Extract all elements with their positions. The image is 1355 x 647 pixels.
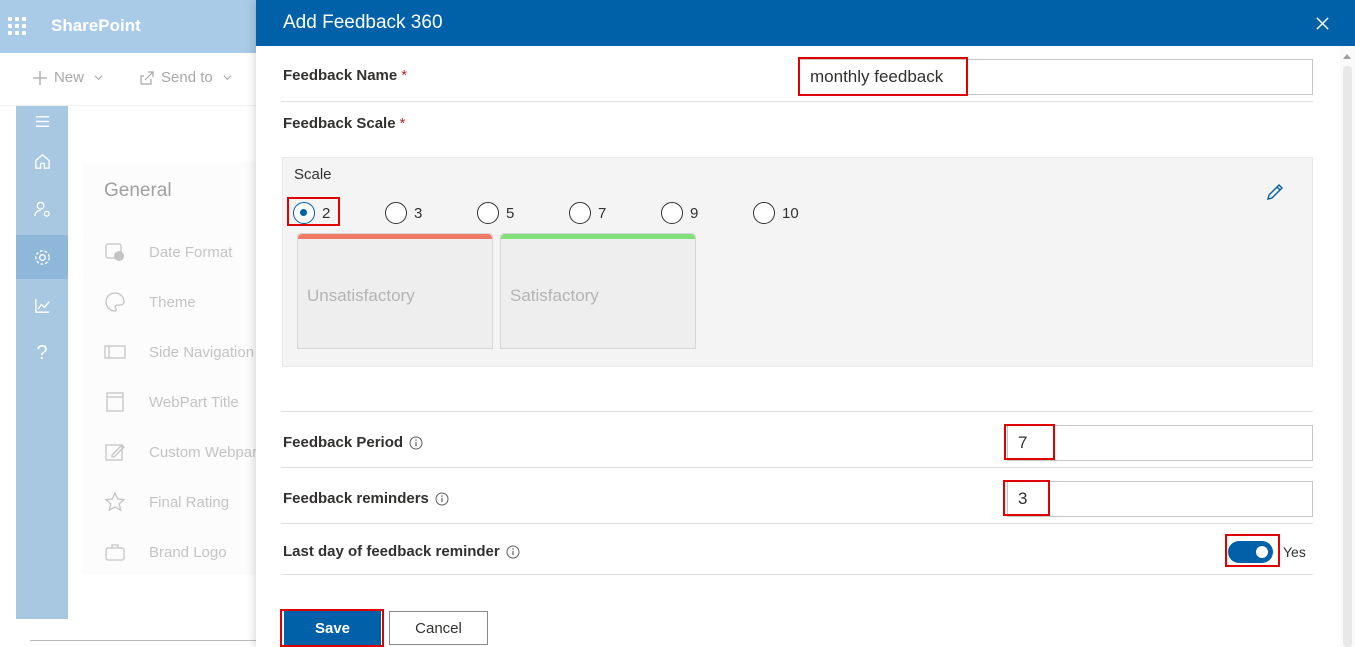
toggle-state-label: Yes [1283,544,1306,560]
save-button[interactable]: Save [284,611,381,645]
level-label: Satisfactory [510,286,599,305]
hamburger-icon[interactable] [16,99,68,143]
scroll-up-icon[interactable] [1343,54,1351,59]
side-nav-icon [104,345,126,359]
scale-option-3[interactable]: 3 [385,202,422,224]
scale-option-9[interactable]: 9 [661,202,698,224]
setting-webpart-title[interactable]: WebPart Title [104,391,256,413]
setting-final-rating[interactable]: Final Rating [104,491,256,513]
setting-brand-logo[interactable]: Brand Logo [104,541,256,563]
briefcase-icon [105,544,125,561]
divider [281,574,1313,575]
feedback-scale-label: Feedback Scale * [283,115,406,132]
new-command-label: New [54,69,85,86]
sharepoint-suite-bar: SharePoint [0,0,256,53]
radio-circle [293,202,315,224]
dialog-header: Add Feedback 360 [256,0,1355,46]
dialog-title: Add Feedback 360 [283,12,443,33]
feedback-period-label: Feedback Period [283,434,423,451]
setting-side-navigation[interactable]: Side Navigation [104,341,256,363]
radio-circle [569,202,591,224]
add-feedback-dialog: Add Feedback 360 Feedback Name* Feedback… [256,0,1355,647]
users-settings-icon[interactable] [16,187,68,231]
stage: SharePoint New Send to ? General Date Fo… [0,0,1355,647]
left-rail: ? [16,106,68,619]
last-day-reminder-toggle[interactable]: Yes [1228,541,1306,563]
section-title: General [104,180,172,201]
help-icon[interactable]: ? [16,331,68,375]
close-button[interactable] [1310,12,1334,34]
scroll-thumb[interactable] [1343,66,1352,647]
new-command[interactable]: New [32,69,103,86]
feedback-reminders-label: Feedback reminders [283,490,449,507]
scrollbar[interactable] [1340,46,1355,647]
feedback-period-input[interactable] [1007,425,1313,461]
edit-doc-icon [105,444,125,461]
setting-theme[interactable]: Theme [104,291,256,313]
setting-custom-webpart[interactable]: Custom Webpart [104,441,256,463]
level-label: Unsatisfactory [307,286,415,305]
level-color-bar [298,234,492,239]
info-icon[interactable] [506,545,520,559]
radio-circle [661,202,683,224]
app-launcher-icon[interactable] [8,17,26,35]
scale-title: Scale [294,166,332,183]
radio-circle [477,202,499,224]
scale-option-10[interactable]: 10 [753,202,799,224]
last-day-reminder-label: Last day of feedback reminder [283,543,520,560]
share-icon [140,70,154,85]
pencil-icon[interactable] [1264,181,1286,203]
scale-level-card-satisfactory[interactable]: Satisfactory [500,233,696,349]
feedback-name-input[interactable] [799,59,1313,95]
scale-option-2[interactable]: 2 [293,202,330,224]
scale-option-5[interactable]: 5 [477,202,514,224]
info-icon[interactable] [409,436,423,450]
setting-date-format[interactable]: Date Format [104,241,256,263]
plus-icon [33,70,47,85]
scale-option-7[interactable]: 7 [569,202,606,224]
send-to-command-label: Send to [161,69,213,86]
divider [281,467,1313,468]
radio-circle [753,202,775,224]
chevron-down-icon [94,75,103,81]
gear-icon[interactable] [16,235,68,279]
chart-icon[interactable] [16,283,68,327]
star-icon [104,491,126,512]
feedback-reminders-input[interactable] [1007,481,1313,517]
info-icon[interactable] [435,492,449,506]
chevron-down-icon [223,75,232,81]
divider [30,640,256,641]
brand-name[interactable]: SharePoint [51,16,141,36]
cancel-button[interactable]: Cancel [389,611,488,645]
divider [281,101,1313,102]
divider [281,523,1313,524]
feedback-name-label: Feedback Name * [283,67,408,84]
webpart-icon [106,392,124,412]
close-icon [1315,16,1329,30]
divider [281,411,1313,412]
home-icon[interactable] [16,139,68,183]
scale-level-card-unsatisfactory[interactable]: Unsatisfactory [297,233,493,349]
settings-panel [83,163,256,575]
send-to-command[interactable]: Send to [139,69,232,86]
palette-icon [105,292,125,312]
radio-circle [385,202,407,224]
calendar-clock-icon [105,243,124,261]
level-color-bar [501,234,695,239]
toggle-knob [1256,546,1268,558]
toggle-switch[interactable] [1228,541,1273,563]
